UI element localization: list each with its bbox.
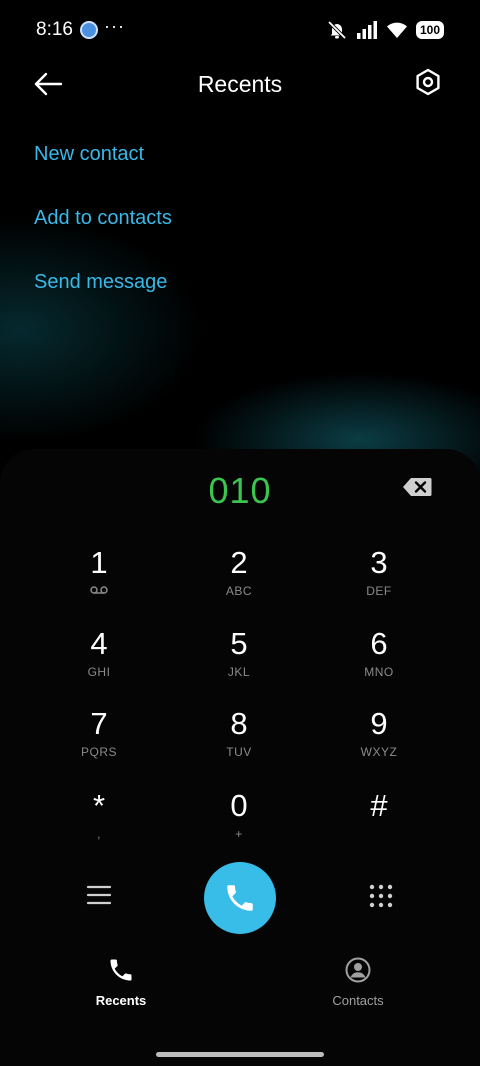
status-icons: 100	[326, 19, 444, 41]
dial-key-3[interactable]: 3 DEF	[319, 546, 439, 618]
home-indicator[interactable]	[156, 1052, 324, 1057]
nav-label: Recents	[95, 993, 147, 1008]
dial-key-4[interactable]: 4 GHI	[39, 627, 159, 699]
send-message-link[interactable]: Send message	[34, 271, 167, 294]
key-letters: MNO	[364, 665, 394, 679]
key-digit: #	[370, 788, 388, 823]
dial-key-8[interactable]: 8 TUV	[179, 707, 299, 779]
key-letters: +	[235, 827, 243, 841]
dial-key-0[interactable]: 0 +	[179, 789, 299, 861]
key-digit: *	[92, 788, 106, 823]
settings-button[interactable]	[412, 66, 444, 98]
call-button[interactable]	[204, 862, 276, 934]
nav-tab-recents[interactable]: Recents	[61, 956, 181, 1008]
dial-key-6[interactable]: 6 MNO	[319, 627, 439, 699]
key-letters: ,	[97, 827, 101, 841]
key-letters: DEF	[366, 584, 392, 598]
dial-key-star[interactable]: * ,	[39, 789, 159, 861]
nav-label: Contacts	[332, 993, 384, 1008]
voicemail-icon	[90, 586, 108, 594]
key-digit: 0	[230, 788, 248, 823]
key-digit: 7	[90, 706, 108, 741]
key-digit: 3	[370, 545, 388, 580]
add-to-contacts-link[interactable]: Add to contacts	[34, 207, 172, 230]
dial-key-hash[interactable]: #	[319, 789, 439, 861]
phone-icon	[227, 885, 253, 911]
key-letters	[319, 827, 439, 841]
dial-key-7[interactable]: 7 PQRS	[39, 707, 159, 779]
battery-level: 100	[415, 21, 444, 39]
wifi-icon	[386, 22, 407, 38]
key-letters: WXYZ	[360, 745, 398, 759]
signal-icon	[356, 21, 377, 39]
menu-icon	[86, 885, 112, 905]
key-digit: 6	[370, 626, 388, 661]
dialer-screen: 8:16 ··· 100 Recents New contact Add to …	[0, 0, 480, 1066]
muted-bell-icon	[327, 20, 347, 40]
key-digit: 8	[230, 706, 248, 741]
app-header: Recents	[0, 56, 480, 112]
dialpad-toggle-button[interactable]	[369, 884, 393, 908]
key-letters: JKL	[227, 665, 251, 679]
status-time: 8:16	[36, 19, 73, 40]
status-bar: 8:16 ··· 100	[0, 0, 480, 60]
menu-button[interactable]	[86, 883, 112, 907]
key-voicemail	[39, 584, 159, 598]
nav-tab-contacts[interactable]: Contacts	[298, 956, 418, 1008]
key-letters: TUV	[226, 745, 252, 759]
key-digit: 2	[230, 545, 248, 580]
page-title: Recents	[197, 71, 283, 97]
new-contact-link[interactable]: New contact	[34, 143, 144, 166]
phone-icon	[110, 959, 132, 981]
backspace-icon	[403, 478, 432, 496]
dialpad-icon	[369, 884, 393, 908]
key-digit: 5	[230, 626, 248, 661]
key-digit: 9	[370, 706, 388, 741]
key-letters: ABC	[225, 584, 253, 598]
more-notifications-icon: ···	[104, 16, 125, 36]
dial-key-9[interactable]: 9 WXYZ	[319, 707, 439, 779]
settings-hexagon-icon	[416, 68, 440, 96]
dial-key-1[interactable]: 1	[39, 546, 159, 618]
notification-app-icon	[80, 21, 98, 39]
dial-key-5[interactable]: 5 JKL	[179, 627, 299, 699]
key-digit: 4	[90, 626, 108, 661]
backspace-button[interactable]	[402, 477, 432, 497]
key-letters: GHI	[87, 665, 111, 679]
key-letters: PQRS	[80, 745, 117, 759]
dial-key-2[interactable]: 2 ABC	[179, 546, 299, 618]
person-icon	[345, 957, 371, 983]
key-digit: 1	[90, 545, 108, 580]
